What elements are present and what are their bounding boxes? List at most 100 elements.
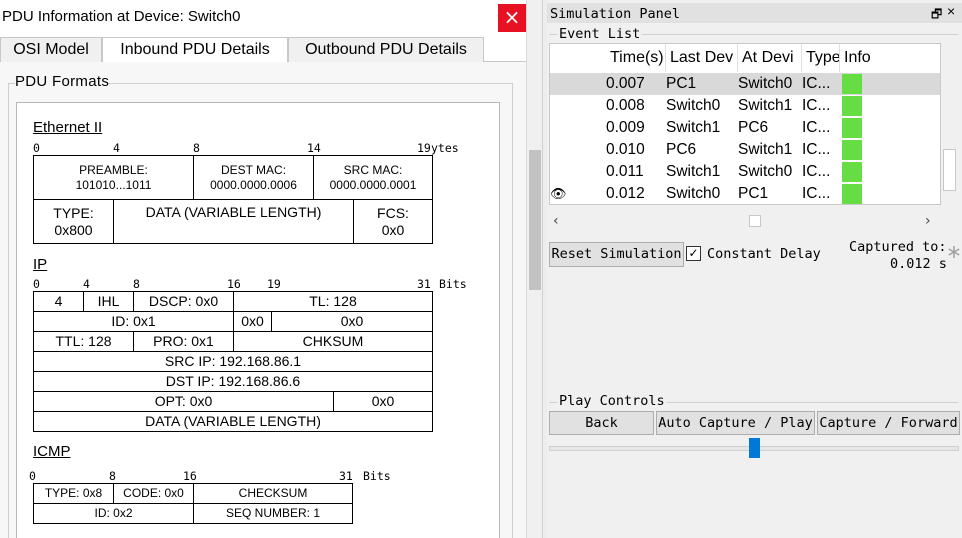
asterisk-icon [948, 246, 960, 258]
close-icon[interactable]: × [947, 3, 955, 19]
sim-panel-title: Simulation Panel [550, 6, 681, 22]
icmp-tick: 16 [183, 469, 197, 483]
ip-version: 4 [54, 293, 63, 310]
tab-outbound-pdu-details[interactable]: Outbound PDU Details [288, 37, 484, 62]
event-time: 0.010 [606, 141, 645, 158]
fcs-cell: FCS: 0x0 [353, 199, 433, 244]
eye-icon[interactable]: 👁 [550, 183, 567, 204]
tab-inbound-pdu-details[interactable]: Inbound PDU Details [102, 37, 288, 63]
pdu-body: PDU Formats Ethernet II 0 4 8 14 19 ytes… [0, 62, 526, 538]
eth-type-cell: TYPE: 0x800 [33, 199, 114, 244]
event-time: 0.011 [606, 163, 644, 180]
chevron-left-icon[interactable]: ‹ [553, 213, 559, 229]
event-last-device: Switch0 [666, 185, 721, 202]
preamble-label: PREAMBLE: [79, 163, 148, 178]
ip-opt2: 0x0 [371, 393, 395, 410]
icmp-tick: 0 [29, 469, 36, 483]
ip-frag-cell: 0x0 [271, 311, 433, 332]
ip-src: SRC IP: 192.168.86.1 [164, 353, 302, 370]
event-info-color[interactable] [842, 74, 862, 94]
play-speed-slider-thumb[interactable] [749, 438, 760, 458]
src-mac-value: 0000.0000.0001 [329, 177, 417, 192]
icmp-tick: 31 [339, 469, 353, 483]
event-row[interactable]: 0.007 PC1 Switch0 IC... [550, 73, 940, 95]
event-row[interactable]: 0.011 Switch1 Switch0 IC... [550, 161, 940, 183]
ip-tick: 4 [83, 277, 90, 291]
event-last-device: PC1 [666, 75, 697, 92]
ip-tick: 31 [417, 277, 431, 291]
ip-pro-cell: PRO: 0x1 [133, 331, 234, 352]
event-at-device: Switch1 [738, 141, 793, 158]
pdu-tabs: OSI Model Inbound PDU Details Outbound P… [0, 37, 526, 63]
ip-title: IP [33, 256, 48, 273]
ip-tick: 0 [33, 277, 40, 291]
back-button[interactable]: Back [549, 411, 654, 435]
event-type: IC... [802, 119, 831, 136]
captured-to-value: 0.012 s [890, 256, 947, 272]
eth-type-label: TYPE: [53, 204, 94, 221]
icmp-seq-cell: SEQ NUMBER: 1 [193, 503, 353, 524]
event-last-device: Switch1 [666, 163, 721, 180]
col-time[interactable]: Time(s) [606, 44, 666, 72]
ip-flags-cell: 0x0 [233, 311, 272, 332]
eth-unit: ytes [431, 141, 459, 155]
event-row[interactable]: 0.008 Switch0 Switch1 IC... [550, 95, 940, 117]
event-list-legend: Event List [557, 26, 643, 42]
ethernet-title: Ethernet II [33, 119, 103, 136]
event-row[interactable]: 0.009 Switch1 PC6 IC... [550, 117, 940, 139]
float-window-icon[interactable]: 🗗 [931, 5, 942, 26]
close-button[interactable]: × [498, 4, 526, 32]
pdu-window-title: PDU Information at Device: Switch0 [2, 8, 241, 25]
icmp-id-cell: ID: 0x2 [33, 503, 194, 524]
event-last-device: Switch0 [666, 97, 721, 114]
event-row[interactable]: 👁 0.012 Switch0 PC1 IC... [550, 183, 940, 204]
event-list-vertical-scrollbar[interactable] [941, 43, 958, 205]
ip-tick: 8 [133, 277, 140, 291]
ip-id: ID: 0x1 [111, 313, 156, 330]
eth-tick: 8 [193, 141, 200, 155]
col-type[interactable]: Type [802, 44, 840, 72]
col-last-device[interactable]: Last Dev [666, 44, 738, 72]
event-list-scroll-thumb[interactable] [943, 149, 956, 191]
fcs-label: FCS: [377, 204, 409, 221]
preamble-cell: PREAMBLE: 101010...1011 [33, 155, 194, 200]
ip-data: DATA (VARIABLE LENGTH) [145, 413, 321, 430]
capture-forward-button[interactable]: Capture / Forward [817, 411, 960, 435]
pdu-scroll-thumb[interactable] [529, 150, 541, 290]
col-info[interactable]: Info [840, 44, 940, 72]
event-info-color[interactable] [842, 118, 862, 138]
event-time: 0.008 [606, 97, 645, 114]
pdu-vertical-scrollbar[interactable] [526, 0, 542, 538]
event-list-horizontal-scrollbar[interactable]: ‹ › [549, 212, 941, 232]
event-at-device: Switch0 [738, 75, 793, 92]
event-row[interactable]: 0.010 PC6 Switch1 IC... [550, 139, 940, 161]
icmp-title: ICMP [33, 443, 71, 460]
icmp-code: CODE: 0x0 [123, 486, 184, 501]
chevron-right-icon[interactable]: › [925, 213, 931, 229]
event-info-color[interactable] [842, 96, 862, 116]
event-info-color[interactable] [842, 162, 862, 182]
col-at-device[interactable]: At Devi [738, 44, 802, 72]
event-info-color[interactable] [842, 140, 862, 160]
event-list-hscroll-thumb[interactable] [749, 215, 761, 227]
event-last-device: Switch1 [666, 119, 721, 136]
eth-tick: 14 [307, 141, 321, 155]
auto-capture-play-button[interactable]: Auto Capture / Play [656, 411, 815, 435]
icmp-type-cell: TYPE: 0x8 [33, 483, 114, 504]
event-type: IC... [802, 141, 831, 158]
eth-data-cell: DATA (VARIABLE LENGTH) [113, 199, 354, 244]
ip-src-cell: SRC IP: 192.168.86.1 [33, 351, 433, 372]
constant-delay-checkbox[interactable]: ✓ [686, 246, 701, 261]
ip-dst-cell: DST IP: 192.168.86.6 [33, 371, 433, 392]
ip-ttl-cell: TTL: 128 [33, 331, 134, 352]
dest-mac-label: DEST MAC: [220, 163, 287, 178]
pdu-window: PDU Information at Device: Switch0 × OSI… [0, 0, 526, 538]
constant-delay-label: Constant Delay [707, 246, 821, 262]
reset-simulation-button[interactable]: Reset Simulation [549, 242, 684, 267]
sim-panel-header: Simulation Panel 🗗 × [547, 3, 962, 23]
tab-osi-model[interactable]: OSI Model [0, 37, 102, 62]
play-controls-legend: Play Controls [557, 393, 667, 409]
simulation-panel: Simulation Panel 🗗 × Event List Time(s) … [547, 0, 962, 538]
event-info-color[interactable] [842, 184, 862, 204]
icmp-code-cell: CODE: 0x0 [113, 483, 194, 504]
